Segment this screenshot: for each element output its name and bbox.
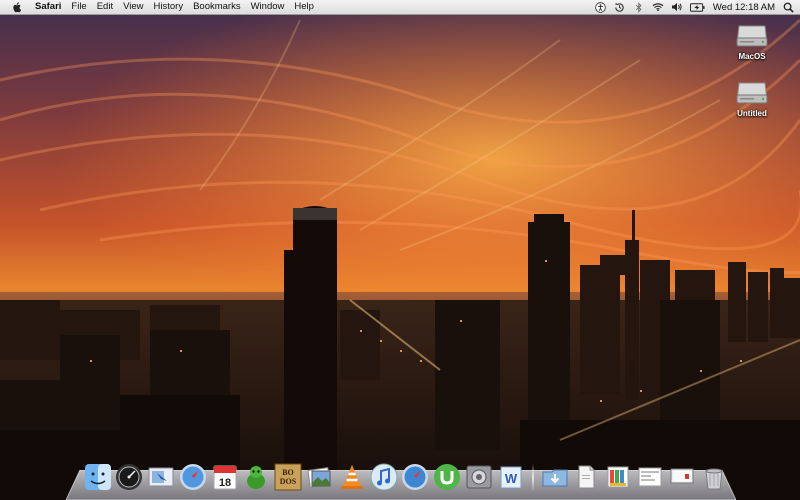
desktop-icon-label: Untitled	[737, 109, 767, 118]
menu-help[interactable]: Help	[289, 0, 319, 14]
hard-drive-icon	[736, 82, 768, 104]
bluetooth-icon[interactable]	[633, 1, 645, 13]
menu-bookmarks[interactable]: Bookmarks	[188, 0, 246, 14]
iphoto-icon[interactable]	[305, 461, 336, 492]
safari-beta-icon[interactable]	[400, 461, 431, 492]
svg-text:BO: BO	[283, 468, 295, 477]
finder-icon[interactable]	[82, 461, 113, 492]
battery-icon[interactable]	[690, 1, 706, 13]
dock-separator	[532, 464, 535, 492]
desktop-wallpaper	[0, 0, 800, 500]
trash-icon[interactable]	[698, 461, 729, 492]
menu-app-safari[interactable]: Safari	[30, 0, 66, 14]
dosbox-icon[interactable]: BO DOS	[273, 461, 304, 492]
menu-view[interactable]: View	[118, 0, 148, 14]
monitor-stack-icon[interactable]	[666, 461, 697, 492]
svg-text:W: W	[505, 471, 518, 486]
wifi-icon[interactable]	[652, 1, 664, 13]
desktop-icon-label: MacOS	[738, 52, 766, 61]
volume-icon[interactable]	[671, 1, 683, 13]
mail-icon[interactable]	[146, 461, 177, 492]
apple-menu-icon[interactable]	[10, 0, 24, 14]
menu-history[interactable]: History	[149, 0, 189, 14]
spotlight-search-icon[interactable]	[782, 1, 794, 13]
accessibility-icon[interactable]	[595, 1, 607, 13]
hard-drive-icon	[736, 25, 768, 47]
menu-window[interactable]: Window	[246, 0, 290, 14]
adium-icon[interactable]	[241, 461, 272, 492]
utorrent-icon[interactable]	[432, 461, 463, 492]
menu-clock[interactable]: Wed 12:18 AM	[713, 2, 775, 13]
documents-stack-icon[interactable]	[571, 461, 602, 492]
safari-icon[interactable]	[177, 461, 208, 492]
itunes-icon[interactable]	[368, 461, 399, 492]
desktop-disk-macos[interactable]: MacOS	[727, 20, 777, 61]
desktop-disk-untitled[interactable]: Untitled	[727, 77, 777, 118]
status-area: Wed 12:18 AM	[595, 0, 794, 14]
vlc-icon[interactable]	[336, 461, 367, 492]
menu-file[interactable]: File	[66, 0, 91, 14]
ical-icon[interactable]: 18	[209, 461, 240, 492]
downloads-stack-icon[interactable]	[539, 461, 570, 492]
word-icon[interactable]: W	[495, 461, 526, 492]
dock: 18 BO DOS W	[82, 458, 730, 492]
system-preferences-icon[interactable]	[464, 461, 495, 492]
svg-text:DOS: DOS	[280, 477, 297, 486]
applications-stack-icon[interactable]	[603, 461, 634, 492]
menu-bar: Safari File Edit View History Bookmarks …	[0, 0, 800, 15]
dashboard-icon[interactable]	[114, 461, 145, 492]
menu-edit[interactable]: Edit	[92, 0, 118, 14]
svg-text:18: 18	[219, 477, 231, 489]
preview-stack-icon[interactable]	[635, 461, 666, 492]
time-machine-icon[interactable]	[614, 1, 626, 13]
